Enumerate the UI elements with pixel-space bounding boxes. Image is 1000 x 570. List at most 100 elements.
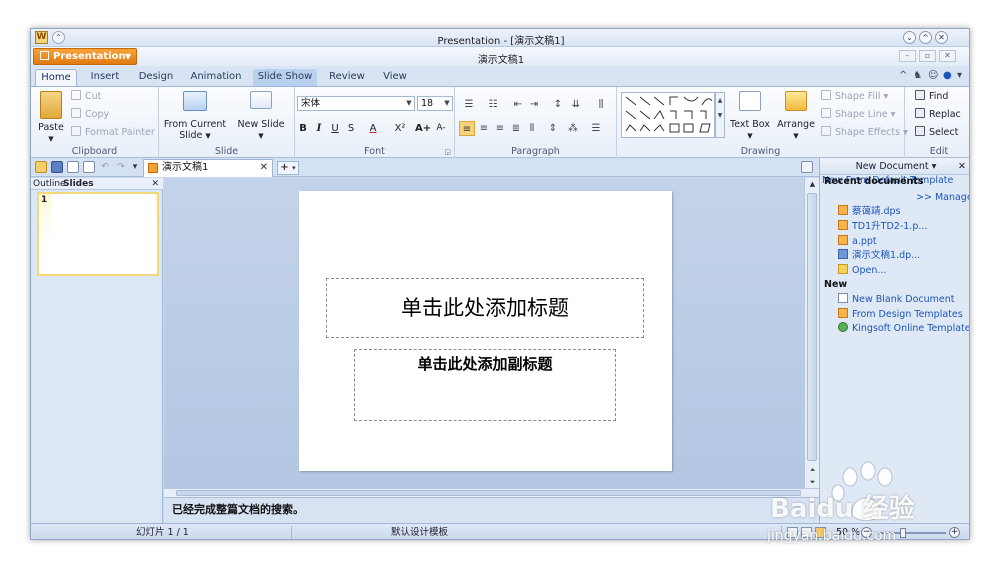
recent-doc-item[interactable]: 蔡蔼靖.dps <box>838 205 901 218</box>
shrink-font-button[interactable]: A- <box>433 121 449 136</box>
new-blank-document-link[interactable]: New Blank Document <box>838 293 954 306</box>
task-pane-toggle-icon[interactable] <box>801 161 813 173</box>
tab-slides[interactable]: Slides <box>61 178 96 190</box>
from-design-templates-link[interactable]: From Design Templates <box>838 308 963 321</box>
save-icon[interactable] <box>51 161 63 173</box>
from-current-slide-button[interactable]: From Current Slide ▼ <box>163 91 227 142</box>
paste-button[interactable]: Paste ▼ <box>35 91 67 145</box>
doc-close-icon[interactable]: ✕ <box>939 50 956 62</box>
paragraph-spacing-icon[interactable]: ☰ <box>587 121 605 136</box>
grow-font-button[interactable]: A+ <box>415 121 431 136</box>
shapes-gallery-scroll[interactable]: ▲ ▼ <box>715 92 725 138</box>
underline-button[interactable]: U <box>329 121 341 136</box>
doc-restore-icon[interactable]: ▫ <box>919 50 936 62</box>
vertical-scrollbar[interactable]: ▲ ⏶ ⏷ <box>804 178 819 488</box>
line-spacing-icon[interactable]: ↕ <box>551 97 565 112</box>
align-center-icon[interactable]: ≡ <box>477 121 491 136</box>
tab-design[interactable]: Design <box>133 69 179 86</box>
vertical-scroll-thumb[interactable] <box>807 193 817 461</box>
strikethrough-button[interactable]: S <box>345 121 357 136</box>
find-button[interactable]: Find <box>915 90 948 104</box>
help-icon[interactable]: ● <box>943 70 952 81</box>
open-link[interactable]: Open... <box>838 264 886 277</box>
font-color-button[interactable]: A <box>365 121 381 136</box>
columns-icon[interactable]: ⫼ <box>593 97 609 112</box>
undo-icon[interactable]: ↶ <box>99 161 111 173</box>
doc-minimize-icon[interactable]: – <box>899 50 916 62</box>
superscript-button[interactable]: X² <box>391 121 409 136</box>
minimize-icon[interactable]: ⌄ <box>903 31 916 44</box>
manage-link[interactable]: >> Manage <box>916 191 969 204</box>
close-task-pane-icon[interactable]: ✕ <box>958 158 966 175</box>
shape-effects-button[interactable]: Shape Effects ▾ <box>821 126 908 140</box>
next-slide-icon[interactable]: ⏷ <box>805 476 820 488</box>
bullets-icon[interactable]: ☰ <box>459 97 479 112</box>
redo-icon[interactable]: ↷ <box>115 161 127 173</box>
new-tab-button[interactable]: + ▾ <box>277 161 299 175</box>
customize-toolbar-icon[interactable]: ▾ <box>129 161 141 173</box>
restore-icon[interactable]: ^ <box>919 31 932 44</box>
user-icon[interactable]: ☺ <box>928 70 938 81</box>
new-slide-button[interactable]: New Slide ▼ <box>233 91 289 142</box>
italic-button[interactable]: I <box>313 121 325 136</box>
shapes-gallery[interactable] <box>621 92 715 138</box>
cut-button[interactable]: Cut <box>71 90 101 104</box>
help-dropdown-icon[interactable]: ▾ <box>957 70 962 81</box>
document-tab[interactable]: 演示文稿1 ✕ <box>143 159 273 177</box>
notes-area[interactable]: 已经完成整篇文档的搜索。 <box>164 497 819 523</box>
task-pane-header[interactable]: New Document ▾ ✕ <box>820 158 969 175</box>
format-painter-button[interactable]: Format Painter <box>71 126 155 140</box>
decrease-indent-icon[interactable]: ⇤ <box>511 97 525 112</box>
tab-review[interactable]: Review <box>325 69 369 86</box>
scroll-up-icon[interactable]: ▲ <box>805 178 820 190</box>
close-pane-icon[interactable]: ✕ <box>151 178 159 190</box>
recent-doc-item[interactable]: 演示文稿1.dp... <box>838 249 920 262</box>
dialog-launcher-icon[interactable]: ◲ <box>444 148 451 156</box>
prev-slide-icon[interactable]: ⏶ <box>805 464 820 476</box>
align-left-icon[interactable]: ≡ <box>459 121 475 136</box>
recent-doc-item[interactable]: a.ppt <box>838 235 877 248</box>
copy-button[interactable]: Copy <box>71 108 109 122</box>
distribute-icon[interactable]: ⫴ <box>525 121 539 136</box>
shape-line-button[interactable]: Shape Line ▾ <box>821 108 895 122</box>
zoom-in-icon[interactable]: + <box>949 527 960 538</box>
tab-slide-show[interactable]: Slide Show <box>253 69 317 86</box>
slide-thumbnail[interactable]: 1 <box>37 192 159 276</box>
text-box-button[interactable]: Text Box ▼ <box>727 91 773 142</box>
smartart-icon[interactable]: ⁂ <box>565 121 581 136</box>
tab-view[interactable]: View <box>377 69 413 86</box>
align-text-icon[interactable]: ⇕ <box>545 121 561 136</box>
justify-icon[interactable]: ≣ <box>509 121 523 136</box>
bold-button[interactable]: B <box>297 121 309 136</box>
zoom-slider-knob[interactable] <box>900 528 906 538</box>
print-icon[interactable] <box>67 161 79 173</box>
tab-home[interactable]: Home <box>35 69 77 86</box>
open-icon[interactable] <box>35 161 47 173</box>
subtitle-placeholder[interactable]: 单击此处添加副标题 <box>354 349 616 421</box>
align-right-icon[interactable]: ≡ <box>493 121 507 136</box>
horizontal-scroll-thumb[interactable] <box>176 490 801 496</box>
font-name-select[interactable]: 宋体 ▼ <box>297 96 415 111</box>
select-button[interactable]: Select <box>915 126 958 140</box>
replace-button[interactable]: Replac <box>915 108 961 122</box>
tab-animation[interactable]: Animation <box>187 69 245 86</box>
close-window-icon[interactable]: ✕ <box>935 31 948 44</box>
horizontal-scrollbar[interactable] <box>164 488 819 497</box>
recent-doc-item[interactable]: TD1升TD2-1.p... <box>838 220 927 233</box>
ribbon-collapse-icon[interactable]: ^ <box>899 70 907 81</box>
numbering-icon[interactable]: ☷ <box>483 97 503 112</box>
shape-fill-button[interactable]: Shape Fill ▾ <box>821 90 888 104</box>
text-direction-icon[interactable]: ⇊ <box>567 97 585 112</box>
arrange-button[interactable]: Arrange ▼ <box>775 91 817 142</box>
title-placeholder[interactable]: 单击此处添加标题 <box>326 278 644 338</box>
tab-insert[interactable]: Insert <box>85 69 125 86</box>
close-tab-icon[interactable]: ✕ <box>260 160 268 176</box>
chevron-down-icon: ▼ <box>258 132 264 140</box>
skin-icon[interactable]: ♞ <box>913 70 922 81</box>
increase-indent-icon[interactable]: ⇥ <box>527 97 541 112</box>
kingsoft-online-template-link[interactable]: Kingsoft Online Template <box>838 322 969 335</box>
print-preview-icon[interactable] <box>83 161 95 173</box>
find-icon <box>915 90 925 100</box>
slide[interactable]: 单击此处添加标题 单击此处添加副标题 <box>299 191 672 471</box>
font-size-select[interactable]: 18 ▼ <box>417 96 453 111</box>
